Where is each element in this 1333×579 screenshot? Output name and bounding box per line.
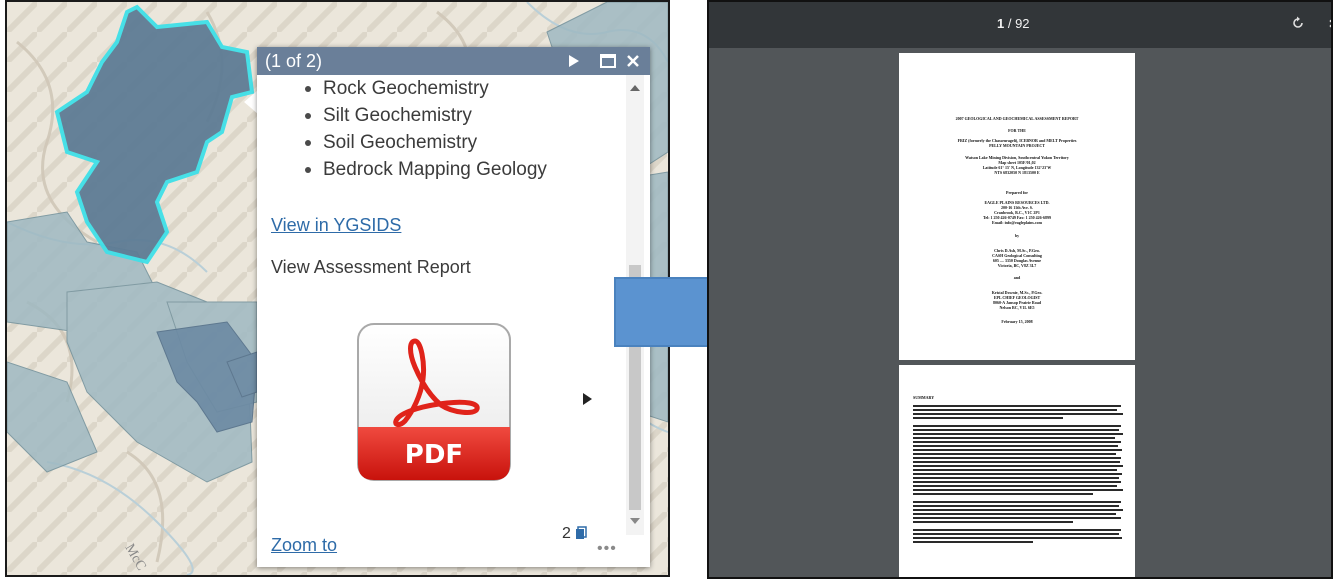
popup-body: Rock Geochemistry Silt Geochemistry Soil… [257,75,650,567]
doc-by: by [1014,233,1020,238]
view-assessment-report-label: View Assessment Report [271,257,471,277]
doc-email: Email: info@eagleplains.com [992,220,1042,225]
doc-author-2-city: Nelson BC, V1L 6E5 [999,305,1035,310]
doc-date: February 15, 2008 [1001,319,1033,324]
attachment-count: 2 [562,525,588,543]
doc-prepared-for: Prepared for [1006,190,1028,195]
close-icon [627,55,639,67]
attachment-count-value: 2 [562,525,571,542]
popup-pointer [244,90,258,114]
doc-and: and [1013,275,1021,280]
more-actions-button[interactable]: ••• [597,540,617,558]
scroll-up-arrow[interactable] [630,85,640,91]
pdf-viewer: 1 / 92 2007 GEOLOGICAL AND GEOCHEMICAL A… [707,0,1333,579]
viewer-toolbar: 1 / 92 [709,2,1331,48]
pdf-icon: PDF [357,323,511,481]
view-in-ygsids-link[interactable]: View in YGSIDS [271,215,401,236]
pdf-label: PDF [405,440,463,470]
total-pages: 92 [1015,16,1030,31]
next-feature-button[interactable] [563,50,585,72]
page-indicator: 1 / 92 [997,16,1030,31]
zoom-to-link[interactable]: Zoom to [271,535,337,556]
doc-author-1-city: Victoria, BC, V8Z 3L7 [997,263,1037,268]
maximize-icon [600,54,616,68]
doc-title: 2007 GEOLOGICAL AND GEOCHEMICAL ASSESSME… [955,116,1079,121]
rotate-button[interactable] [1291,16,1305,33]
list-item: Bedrock Mapping Geology [305,156,547,183]
more-vert-icon [1329,19,1331,28]
pdf-attachment-thumbnail[interactable]: PDF [357,323,511,481]
map-panel[interactable]: McC (1 of 2) Rock Geochemistry Silt Geoc… [5,0,670,577]
doc-for-the: FOR THE [1008,128,1026,133]
list-item: Soil Geochemistry [305,129,547,156]
pdf-page-1[interactable]: 2007 GEOLOGICAL AND GEOCHEMICAL ASSESSME… [899,53,1135,360]
next-media-button[interactable] [583,393,592,405]
play-icon [569,55,579,67]
scroll-down-arrow[interactable] [630,518,640,524]
popup-header: (1 of 2) [257,47,650,75]
pdf-page-2[interactable]: SUMMARY [899,365,1135,577]
attachment-pages-icon [576,526,588,539]
feature-list: Rock Geochemistry Silt Geochemistry Soil… [305,75,547,183]
doc-summary-text-block [913,405,1123,543]
maximize-button[interactable] [597,50,619,72]
viewer-menu-button[interactable] [1329,16,1331,30]
list-item: Rock Geochemistry [305,75,547,102]
close-button[interactable] [622,50,644,72]
feature-popup: (1 of 2) Rock Geochemistry Silt Geochemi… [257,47,650,567]
doc-utm: NTS 6832050 N 1813500 E [994,170,1040,175]
popup-feature-count: (1 of 2) [265,51,323,71]
doc-project: PELLY MOUNTAIN PROJECT [989,143,1045,148]
list-item: Silt Geochemistry [305,102,547,129]
rotate-icon [1293,16,1303,28]
page-separator: / [1004,16,1016,31]
